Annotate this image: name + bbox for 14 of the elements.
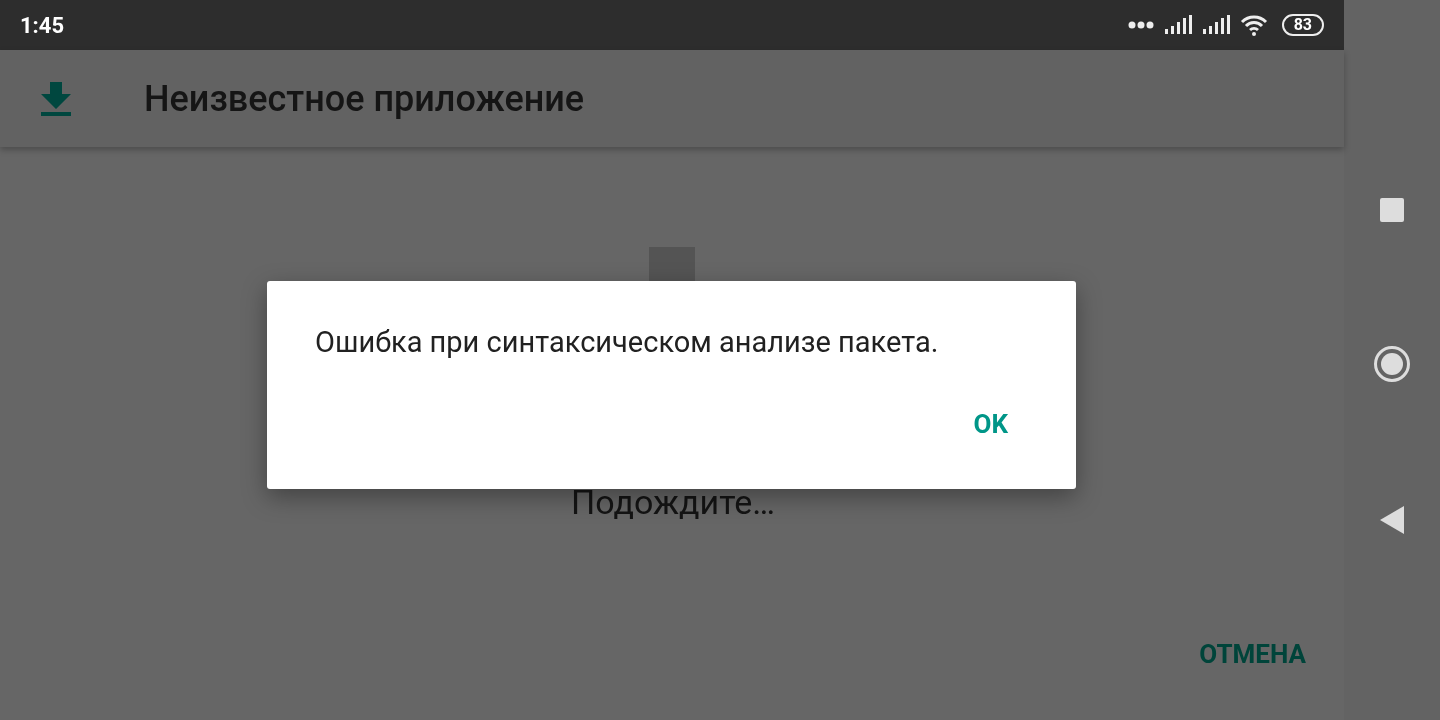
more-dots-icon (1127, 21, 1154, 29)
dialog-message: Ошибка при синтаксическом анализе пакета. (315, 324, 940, 361)
signal-icon (1201, 15, 1230, 35)
download-icon (40, 81, 72, 116)
ok-button[interactable]: OK (973, 404, 1008, 444)
wifi-icon (1239, 14, 1268, 36)
wait-message: Подождите… (571, 481, 775, 524)
signal-icon (1163, 15, 1192, 35)
clock: 1:45 (20, 11, 65, 40)
home-icon[interactable] (1374, 346, 1410, 382)
app-title: Неизвестное приложение (144, 76, 585, 122)
back-icon[interactable] (1380, 506, 1404, 534)
cancel-button[interactable]: ОТМЕНА (1199, 635, 1306, 674)
battery-level: 83 (1281, 14, 1324, 36)
